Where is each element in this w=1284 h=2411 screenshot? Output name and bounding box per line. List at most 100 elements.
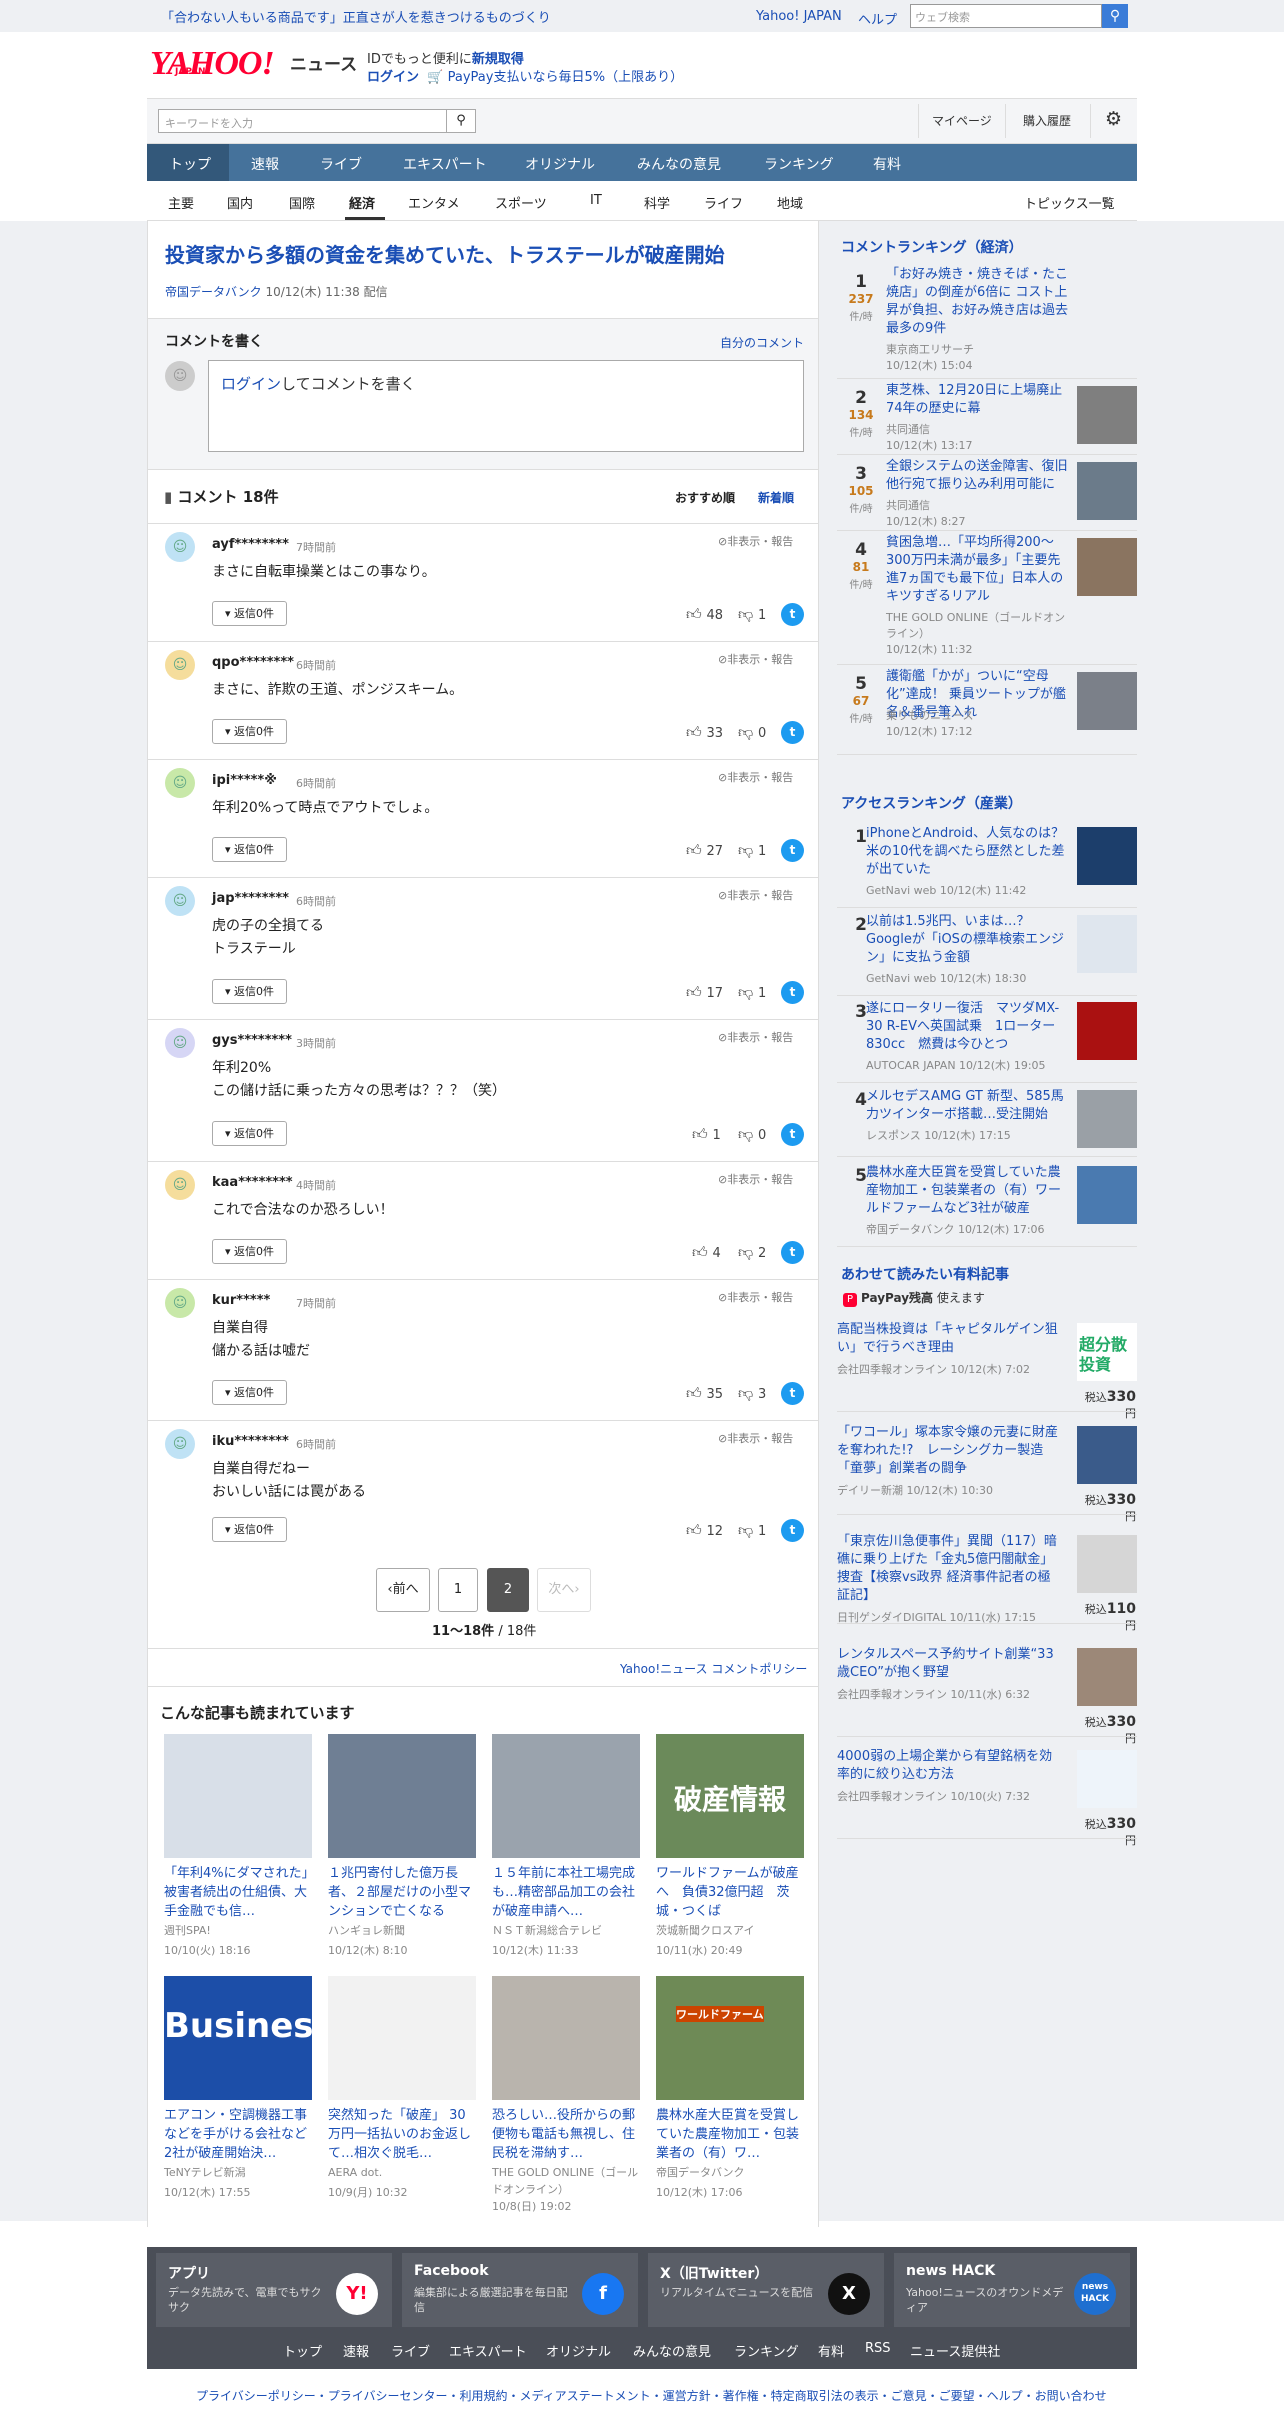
nav-opinions[interactable]: みんなの意見 <box>637 154 721 174</box>
paypay-promo-link[interactable]: PayPay支払いなら毎日5%（上限あり） <box>448 70 683 85</box>
twitter-icon[interactable]: t <box>781 603 804 626</box>
hide-report-link[interactable]: ⊘非表示・報告 <box>718 1171 793 1187</box>
thumbs-up-button[interactable]: 👍︎ 1 <box>692 1125 721 1144</box>
card-title[interactable]: 「年利4%にダマされた」被害者続出の仕組債、大手金融でも信… <box>164 1864 312 1921</box>
hide-report-link[interactable]: ⊘非表示・報告 <box>718 887 793 903</box>
reply-button[interactable]: ▾ 返信0件 <box>212 1239 287 1264</box>
hide-report-link[interactable]: ⊘非表示・報告 <box>718 651 793 667</box>
ranking-title[interactable]: 東芝株、12月20日に上場廃止 74年の歴史に幕 <box>886 382 1071 418</box>
cat-science[interactable]: 科学 <box>644 193 670 212</box>
promo-link[interactable]: 「合わない人もいる商品です」正直さが人を惹きつけるものづくり <box>161 7 551 26</box>
cat-international[interactable]: 国際 <box>289 193 315 212</box>
ranking-title[interactable]: 貧困急増…「平均所得200〜300万円未満が最多」「主要先進7ヵ国でも最下位」日… <box>886 534 1071 606</box>
thumbs-down-button[interactable]: 👎︎ 2 <box>738 1243 766 1262</box>
nav-paid[interactable]: 有料 <box>873 154 901 174</box>
thumbs-up-button[interactable]: 👍︎ 4 <box>692 1243 721 1262</box>
comment-user[interactable]: ayf******** <box>212 537 289 552</box>
ranking-title[interactable]: iPhoneとAndroid、人気なのは？米の10代を調べたら歴然とした差が出て… <box>866 825 1071 879</box>
ranking-title[interactable]: 全銀システムの送金障害、復旧 他行宛て振り込み利用可能に <box>886 458 1071 494</box>
prev-page-button[interactable]: ‹前へ <box>376 1568 430 1612</box>
ranking-thumbnail[interactable] <box>1077 462 1137 520</box>
footer-nav-item[interactable]: ライブ <box>391 2341 430 2360</box>
hide-report-link[interactable]: ⊘非表示・報告 <box>718 1289 793 1305</box>
card-title[interactable]: １５年前に本社工場完成も…精密部品加工の会社が破産申請へ… <box>492 1864 640 1921</box>
gear-icon[interactable]: ⚙ <box>1105 108 1122 130</box>
thumbs-up-button[interactable]: 👍︎ 17 <box>686 983 723 1002</box>
paid-thumbnail[interactable] <box>1077 1648 1137 1706</box>
twitter-icon[interactable]: t <box>781 981 804 1004</box>
cat-region[interactable]: 地域 <box>777 193 803 212</box>
comment-user[interactable]: jap******** <box>212 891 289 906</box>
thumbs-down-button[interactable]: 👎︎ 1 <box>738 605 766 624</box>
card-image[interactable]: Business <box>164 1976 334 2100</box>
cat-main[interactable]: 主要 <box>168 193 194 212</box>
article-source-link[interactable]: 帝国データバンク <box>165 285 262 299</box>
ranking-thumbnail[interactable] <box>1077 538 1137 596</box>
cat-domestic[interactable]: 国内 <box>227 193 253 212</box>
comment-user[interactable]: ipi*****※ <box>212 773 277 788</box>
cat-life[interactable]: ライフ <box>704 193 743 212</box>
ranking-title[interactable]: 「お好み焼き・焼きそば・たこ焼店」の倒産が6倍に コスト上昇が負担、お好み焼き店… <box>886 266 1071 338</box>
paid-title[interactable]: 4000弱の上場企業から有望銘柄を効率的に絞り込む方法 <box>837 1748 1063 1784</box>
hide-report-link[interactable]: ⊘非表示・報告 <box>718 769 793 785</box>
paid-thumbnail[interactable] <box>1077 1750 1137 1808</box>
keyword-search-input[interactable]: キーワードを入力 <box>158 109 448 133</box>
twitter-icon[interactable]: t <box>781 721 804 744</box>
my-comments-link[interactable]: 自分のコメント <box>720 334 804 351</box>
comment-input[interactable]: ログインしてコメントを書く <box>208 360 804 452</box>
thumbs-down-button[interactable]: 👎︎ 1 <box>738 1521 766 1540</box>
login-link[interactable]: ログイン <box>367 70 419 85</box>
twitter-icon[interactable]: t <box>781 1519 804 1542</box>
thumbs-up-button[interactable]: 👍︎ 33 <box>686 723 723 742</box>
footer-nav-item[interactable]: RSS <box>865 2341 891 2356</box>
hide-report-link[interactable]: ⊘非表示・報告 <box>718 533 793 549</box>
help-link[interactable]: ヘルプ <box>858 9 897 28</box>
card-title[interactable]: 突然知った「破産」 30万円一括払いのお金返して…相次ぐ脱毛… <box>328 2106 476 2163</box>
topics-list-link[interactable]: トピックス一覧 <box>1024 193 1115 212</box>
reply-button[interactable]: ▾ 返信0件 <box>212 1121 287 1146</box>
reply-button[interactable]: ▾ 返信0件 <box>212 1517 287 1542</box>
hide-report-link[interactable]: ⊘非表示・報告 <box>718 1029 793 1045</box>
footer-nav-item[interactable]: 速報 <box>343 2341 369 2360</box>
footer-nav-item[interactable]: エキスパート <box>449 2341 527 2360</box>
footer-nav-item[interactable]: ランキング <box>734 2341 799 2360</box>
card-title[interactable]: １兆円寄付した億万長者、２部屋だけの小型マンションで亡くなる <box>328 1864 476 1921</box>
twitter-icon[interactable]: t <box>781 1123 804 1146</box>
card-title[interactable]: 恐ろしい…役所からの郵便物も電話も無視し、住民税を滞納す… <box>492 2106 640 2163</box>
twitter-icon[interactable]: t <box>781 1241 804 1264</box>
footer-card-app[interactable]: アプリ データ先読みで、電車でもサクサク Y! <box>156 2253 392 2327</box>
twitter-icon[interactable]: t <box>781 839 804 862</box>
ranking-thumbnail[interactable] <box>1077 827 1137 885</box>
ranking-thumbnail[interactable] <box>1077 1090 1137 1148</box>
sort-recommended[interactable]: おすすめ順 <box>675 489 735 506</box>
ranking-title[interactable]: 以前は1.5兆円、いまは…？Googleが「iOSの標準検索エンジン」に支払う金… <box>866 913 1071 967</box>
nav-expert[interactable]: エキスパート <box>403 154 487 174</box>
page-2-button[interactable]: 2 <box>487 1568 529 1612</box>
footer-nav-item[interactable]: みんなの意見 <box>633 2341 711 2360</box>
thumbs-down-button[interactable]: 👎︎ 3 <box>738 1384 766 1403</box>
card-title[interactable]: エアコン・空調機器工事などを手がける会社など2社が破産開始決… <box>164 2106 312 2163</box>
reply-button[interactable]: ▾ 返信0件 <box>212 1380 287 1405</box>
footer-card-facebook[interactable]: Facebook 編集部による厳選記事を毎日配信 f <box>402 2253 638 2327</box>
hide-report-link[interactable]: ⊘非表示・報告 <box>718 1430 793 1446</box>
footer-nav-item[interactable]: ニュース提供社 <box>910 2341 1000 2360</box>
web-search-input[interactable]: ウェブ検索 <box>910 4 1102 28</box>
comment-user[interactable]: kaa******** <box>212 1175 293 1190</box>
ranking-thumbnail[interactable] <box>1077 672 1137 730</box>
reply-button[interactable]: ▾ 返信0件 <box>212 601 287 626</box>
paid-thumbnail[interactable] <box>1077 1426 1137 1484</box>
card-image[interactable] <box>492 1734 640 1858</box>
card-image[interactable] <box>328 1976 476 2100</box>
search-icon[interactable]: ⚲ <box>446 109 476 133</box>
paid-title[interactable]: レンタルスペース予約サイト創業“33歳CEO”が抱く野望 <box>837 1646 1063 1682</box>
reply-button[interactable]: ▾ 返信0件 <box>212 719 287 744</box>
reply-button[interactable]: ▾ 返信0件 <box>212 979 287 1004</box>
ranking-title[interactable]: 遂にロータリー復活 マツダMX-30 R-EVへ英国試乗 1ローター830cc … <box>866 1000 1071 1054</box>
thumbs-down-button[interactable]: 👎︎ 1 <box>738 983 766 1002</box>
cat-sports[interactable]: スポーツ <box>495 193 547 212</box>
card-title[interactable]: ワールドファームが破産へ 負債32億円超 茨城・つくば <box>656 1864 804 1921</box>
thumbs-up-button[interactable]: 👍︎ 48 <box>686 605 723 624</box>
paid-thumbnail[interactable] <box>1077 1535 1137 1593</box>
comment-user[interactable]: gys******** <box>212 1033 292 1048</box>
ranking-thumbnail[interactable] <box>1077 1002 1137 1060</box>
